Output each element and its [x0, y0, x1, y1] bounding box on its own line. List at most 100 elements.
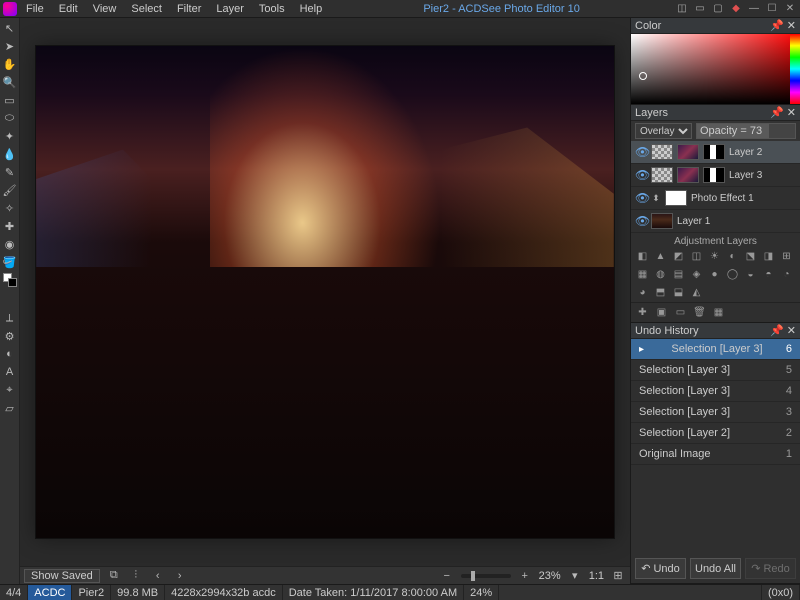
menu-filter[interactable]: Filter: [171, 2, 207, 16]
layer-thumb[interactable]: [651, 213, 673, 229]
histogram-icon[interactable]: ⫶: [128, 568, 144, 584]
layers-panel-header[interactable]: Layers 📌✕: [631, 105, 800, 121]
pen-tool[interactable]: ✎: [2, 164, 18, 180]
compare-icon[interactable]: ⧉: [106, 568, 122, 584]
history-row[interactable]: Selection [Layer 3]4: [631, 381, 800, 402]
wand2-tool[interactable]: ✧: [2, 200, 18, 216]
arrow-tool[interactable]: ➤: [2, 38, 18, 54]
menu-select[interactable]: Select: [125, 2, 168, 16]
delete-layer-icon[interactable]: 🗑: [692, 305, 707, 320]
adjustment-icon-7[interactable]: ◨: [761, 249, 776, 264]
zoom-in-icon[interactable]: +: [517, 568, 533, 584]
zoom-tool[interactable]: 🔍: [2, 74, 18, 90]
layer-thumb[interactable]: [703, 167, 725, 183]
heal-tool[interactable]: ✚: [2, 218, 18, 234]
status-acdc[interactable]: ACDC: [28, 585, 72, 600]
opacity-field[interactable]: Opacity = 73: [696, 123, 796, 139]
adjustment-icon-2[interactable]: ◩: [671, 249, 686, 264]
fx-icon[interactable]: ⬍: [651, 193, 661, 204]
pin-icon[interactable]: 📌: [770, 324, 784, 337]
hand-tool[interactable]: ✋: [2, 56, 18, 72]
brush-tool[interactable]: 🖌: [2, 182, 18, 198]
menu-file[interactable]: File: [20, 2, 50, 16]
gear-tool[interactable]: ⚙: [2, 328, 18, 344]
panel-close-icon[interactable]: ✕: [787, 19, 796, 32]
color-cursor[interactable]: [639, 72, 647, 80]
adjustment-icon-13[interactable]: ●: [707, 267, 722, 282]
color-panel-header[interactable]: Color 📌✕: [631, 18, 800, 34]
zoom-dropdown-icon[interactable]: ▾: [567, 568, 583, 584]
visibility-icon[interactable]: 👁: [635, 214, 647, 228]
fill-tool[interactable]: 🪣: [2, 254, 18, 270]
layer-row[interactable]: 👁Layer 1: [631, 210, 800, 233]
text-tool[interactable]: A: [2, 364, 18, 380]
undo-all-button[interactable]: Undo All: [690, 558, 741, 579]
adjustment-icon-0[interactable]: ◧: [635, 249, 650, 264]
history-row[interactable]: Original Image1: [631, 444, 800, 465]
redeye-tool[interactable]: ◉: [2, 236, 18, 252]
shape-tool[interactable]: ▱: [2, 400, 18, 416]
zoom-slider[interactable]: [461, 574, 511, 578]
duplicate-layer-icon[interactable]: ▣: [654, 305, 669, 320]
adjustment-icon-9[interactable]: ▦: [635, 267, 650, 282]
adjustment-icon-16[interactable]: ◓: [761, 267, 776, 282]
redo-button[interactable]: ↷Redo: [745, 558, 796, 579]
nav-next-icon[interactable]: ›: [172, 568, 188, 584]
move-tool[interactable]: ↖: [2, 20, 18, 36]
crop-tool[interactable]: ⟂: [2, 310, 18, 326]
wand-tool[interactable]: ✦: [2, 128, 18, 144]
visibility-icon[interactable]: 👁: [635, 191, 647, 205]
panel-close-icon[interactable]: ✕: [787, 324, 796, 337]
adjustment-icon-3[interactable]: ◫: [689, 249, 704, 264]
flatten-icon[interactable]: ▦: [711, 305, 726, 320]
panel2-icon[interactable]: ▭: [693, 3, 707, 15]
layer-row[interactable]: 👁Layer 3: [631, 164, 800, 187]
layer-row[interactable]: 👁⬍Photo Effect 1: [631, 187, 800, 210]
adjustment-icon-12[interactable]: ◈: [689, 267, 704, 282]
canvas-viewport[interactable]: [20, 18, 630, 566]
maximize-icon[interactable]: ☐: [765, 3, 779, 15]
swatches[interactable]: [2, 272, 18, 288]
clone-tool[interactable]: ⌖: [2, 382, 18, 398]
notify-icon[interactable]: ◆: [729, 3, 743, 15]
panel1-icon[interactable]: ◫: [675, 3, 689, 15]
layer-thumb[interactable]: [651, 167, 673, 183]
adjustment-icon-14[interactable]: ◯: [725, 267, 740, 282]
visibility-icon[interactable]: 👁: [635, 168, 647, 182]
adjustment-icon-5[interactable]: ◐: [725, 249, 740, 264]
adjustment-icon-8[interactable]: ⊞: [779, 249, 794, 264]
history-row[interactable]: Selection [Layer 3]3: [631, 402, 800, 423]
blend-mode-select[interactable]: Overlay: [635, 123, 692, 139]
layer-thumb[interactable]: [703, 144, 725, 160]
zoom-ratio[interactable]: 1:1: [589, 570, 604, 582]
history-panel-header[interactable]: Undo History 📌✕: [631, 323, 800, 339]
adjustment-icon-1[interactable]: ▲: [653, 249, 668, 264]
canvas-image[interactable]: [35, 45, 615, 538]
hue-slider[interactable]: [790, 34, 800, 104]
adjustment-icon-11[interactable]: ▤: [671, 267, 686, 282]
layer-thumb[interactable]: [677, 144, 699, 160]
nav-prev-icon[interactable]: ‹: [150, 568, 166, 584]
adjustment-icon-18[interactable]: ◕: [635, 285, 650, 300]
fit-icon[interactable]: ⊞: [610, 568, 626, 584]
adjustment-icon-21[interactable]: ◭: [689, 285, 704, 300]
lighteq-tool[interactable]: ◐: [2, 346, 18, 362]
history-row[interactable]: Selection [Layer 3]6: [631, 339, 800, 360]
new-layer-icon[interactable]: ✚: [635, 305, 650, 320]
zoom-out-icon[interactable]: −: [439, 568, 455, 584]
adjustment-icon-6[interactable]: ⬔: [743, 249, 758, 264]
menu-tools[interactable]: Tools: [253, 2, 291, 16]
menu-view[interactable]: View: [87, 2, 123, 16]
layer-row[interactable]: 👁Layer 2: [631, 141, 800, 164]
lasso-tool[interactable]: ⬭: [2, 110, 18, 126]
layer-thumb[interactable]: [677, 167, 699, 183]
eyedropper-tool[interactable]: 💧: [2, 146, 18, 162]
adjustment-icon-10[interactable]: ◍: [653, 267, 668, 282]
pin-icon[interactable]: 📌: [770, 19, 784, 32]
menu-layer[interactable]: Layer: [210, 2, 250, 16]
panel-close-icon[interactable]: ✕: [787, 106, 796, 119]
close-icon[interactable]: ✕: [783, 3, 797, 15]
adjustment-icon-20[interactable]: ⬓: [671, 285, 686, 300]
adjustment-icon-4[interactable]: ☀: [707, 249, 722, 264]
adjustment-icon-19[interactable]: ⬒: [653, 285, 668, 300]
